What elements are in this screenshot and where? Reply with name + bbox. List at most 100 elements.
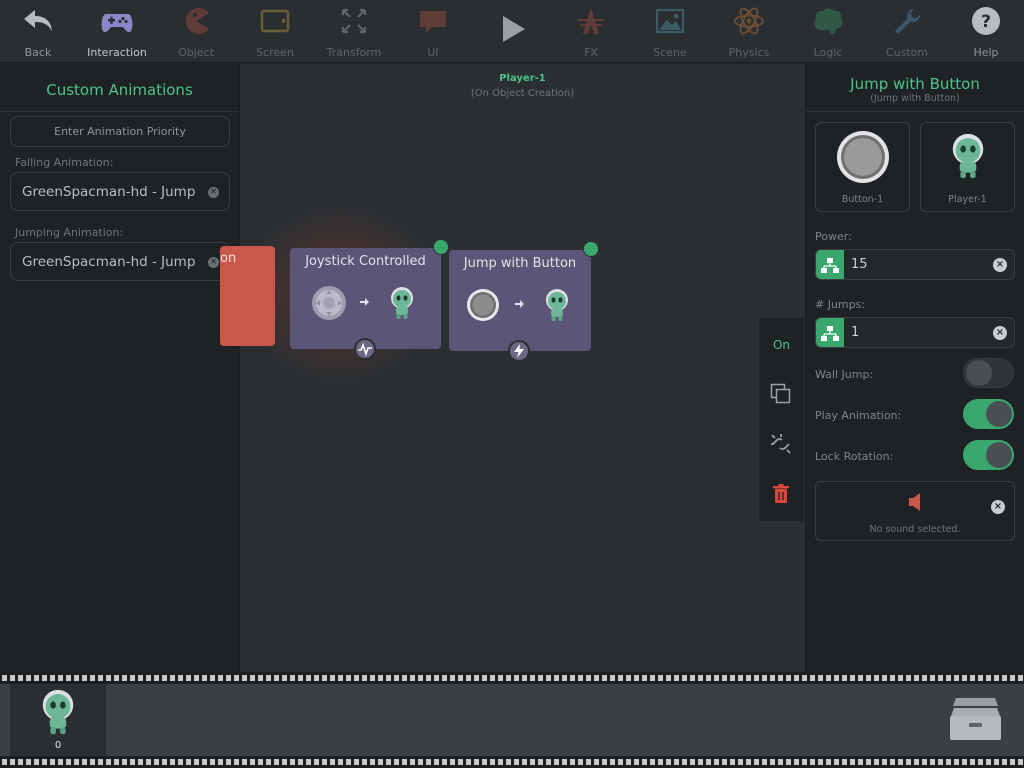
jumping-animation-value: GreenSpacman-hd - Jump — [22, 254, 196, 270]
play-icon — [503, 16, 525, 42]
clear-sound-icon[interactable]: × — [991, 500, 1005, 514]
object-thumbnail-player[interactable]: 0 — [10, 684, 106, 756]
behavior-title: Jump with Button — [850, 75, 980, 93]
app-window: Back Interaction Object Screen Transform… — [0, 0, 1024, 768]
ui-tab[interactable]: UI — [393, 0, 473, 63]
custom-tab[interactable]: Custom — [867, 0, 947, 63]
jumping-animation-label: Jumping Animation: — [15, 226, 124, 239]
lock-rotation-label: Lock Rotation: — [815, 450, 894, 463]
panel-title: Custom Animations — [0, 64, 239, 112]
lightning-connector-icon[interactable] — [508, 340, 530, 362]
joystick-icon — [312, 286, 346, 320]
button-card-label: Button-1 — [841, 194, 884, 205]
clear-falling-icon[interactable]: × — [208, 187, 219, 198]
export-icon[interactable] — [583, 241, 599, 257]
jumps-field[interactable]: 1 × — [815, 317, 1015, 348]
wall-jump-toggle[interactable] — [963, 358, 1014, 388]
screen-tab[interactable]: Screen — [235, 0, 315, 63]
player-icon — [42, 689, 74, 735]
toggle-knob — [966, 360, 992, 386]
power-label: Power: — [815, 230, 852, 243]
scene-image-icon — [655, 8, 685, 34]
duplicate-icon[interactable] — [769, 382, 793, 406]
object-tab[interactable]: Object — [156, 0, 236, 63]
toggle-knob — [986, 442, 1012, 468]
player-icon — [391, 287, 413, 319]
red-node-title: on — [220, 251, 237, 266]
player-card-label: Player-1 — [948, 194, 987, 205]
falling-animation-field[interactable]: GreenSpacman-hd - Jump × — [10, 172, 230, 211]
brain-icon — [814, 8, 843, 34]
object-count: 0 — [54, 740, 62, 751]
back-label: Back — [24, 46, 52, 59]
button-icon — [837, 131, 889, 183]
behavior-node-joystick[interactable]: Joystick Controlled — [290, 248, 441, 349]
delete-icon[interactable] — [769, 482, 793, 506]
custom-label: Custom — [885, 46, 929, 59]
player-card[interactable]: Player-1 — [920, 122, 1015, 212]
gamepad-icon — [101, 14, 133, 33]
toggle-knob — [986, 401, 1012, 427]
export-icon[interactable] — [433, 239, 449, 255]
hierarchy-icon[interactable] — [816, 318, 844, 347]
drawer-icon[interactable] — [948, 696, 1003, 742]
lock-rotation-toggle[interactable] — [963, 440, 1014, 470]
animation-priority-input[interactable]: Enter Animation Priority — [10, 116, 230, 147]
transform-label: Transform — [326, 46, 382, 59]
falling-animation-value: GreenSpacman-hd - Jump — [22, 184, 196, 200]
fx-tab[interactable]: FX — [551, 0, 631, 63]
back-button[interactable]: Back — [0, 0, 78, 63]
wall-jump-label: Wall Jump: — [815, 368, 874, 381]
speech-bubble-icon — [420, 11, 446, 33]
panel-header: Jump with Button (Jump with Button) — [806, 64, 1024, 112]
interaction-label: Interaction — [87, 46, 147, 59]
on-toggle[interactable]: On — [759, 338, 804, 352]
joystick-node-title: Joystick Controlled — [305, 254, 426, 269]
button-icon — [467, 289, 499, 321]
wrench-icon — [895, 9, 920, 34]
back-arrow-icon — [24, 10, 52, 31]
transform-icon — [341, 8, 367, 34]
jumping-animation-field[interactable]: GreenSpacman-hd - Jump × — [10, 242, 230, 281]
behavior-node-jump[interactable]: Jump with Button — [449, 250, 591, 351]
arrow-icon — [360, 298, 369, 306]
screen-label: Screen — [256, 46, 294, 59]
film-perforation-top — [0, 672, 1024, 684]
toolbar: Back Interaction Object Screen Transform… — [0, 0, 1024, 63]
logic-tab[interactable]: Logic — [788, 0, 868, 63]
pulse-connector-icon[interactable] — [354, 338, 376, 360]
object-strip: 0 — [0, 672, 1024, 768]
fx-icon — [578, 8, 604, 34]
help-icon: ? — [972, 7, 1000, 35]
power-value: 15 — [851, 257, 868, 272]
clear-power-icon[interactable]: × — [993, 258, 1007, 272]
behavior-canvas[interactable]: Player-1 (On Object Creation) on Joystic… — [220, 64, 805, 672]
power-field[interactable]: 15 × — [815, 249, 1015, 280]
behavior-node-red[interactable]: on — [220, 246, 275, 346]
button-card[interactable]: Button-1 — [815, 122, 910, 212]
hierarchy-icon[interactable] — [816, 250, 844, 279]
svg-text:?: ? — [981, 12, 991, 32]
sound-status: No sound selected. — [869, 524, 961, 535]
clear-jumps-icon[interactable]: × — [993, 326, 1007, 340]
jump-node-title: Jump with Button — [463, 256, 577, 271]
logic-label: Logic — [813, 46, 843, 59]
interaction-tab[interactable]: Interaction — [77, 0, 157, 63]
help-button[interactable]: ? Help — [946, 0, 1024, 63]
ui-label: UI — [427, 46, 439, 59]
transform-tab[interactable]: Transform — [314, 0, 394, 63]
unlink-icon[interactable] — [769, 432, 793, 456]
falling-animation-label: Falling Animation: — [15, 156, 114, 169]
screen-icon — [260, 9, 290, 33]
pacman-icon — [185, 8, 209, 34]
player-icon — [952, 133, 984, 179]
sound-selector[interactable]: × No sound selected. — [815, 481, 1015, 541]
object-label: Object — [178, 46, 214, 59]
custom-animations-panel: Custom Animations Enter Animation Priori… — [0, 64, 240, 672]
play-button[interactable] — [472, 0, 552, 63]
play-animation-label: Play Animation: — [815, 409, 902, 422]
play-animation-toggle[interactable] — [963, 399, 1014, 429]
physics-tab[interactable]: Physics — [709, 0, 789, 63]
scene-tab[interactable]: Scene — [630, 0, 710, 63]
clear-jumping-icon[interactable]: × — [208, 257, 219, 268]
